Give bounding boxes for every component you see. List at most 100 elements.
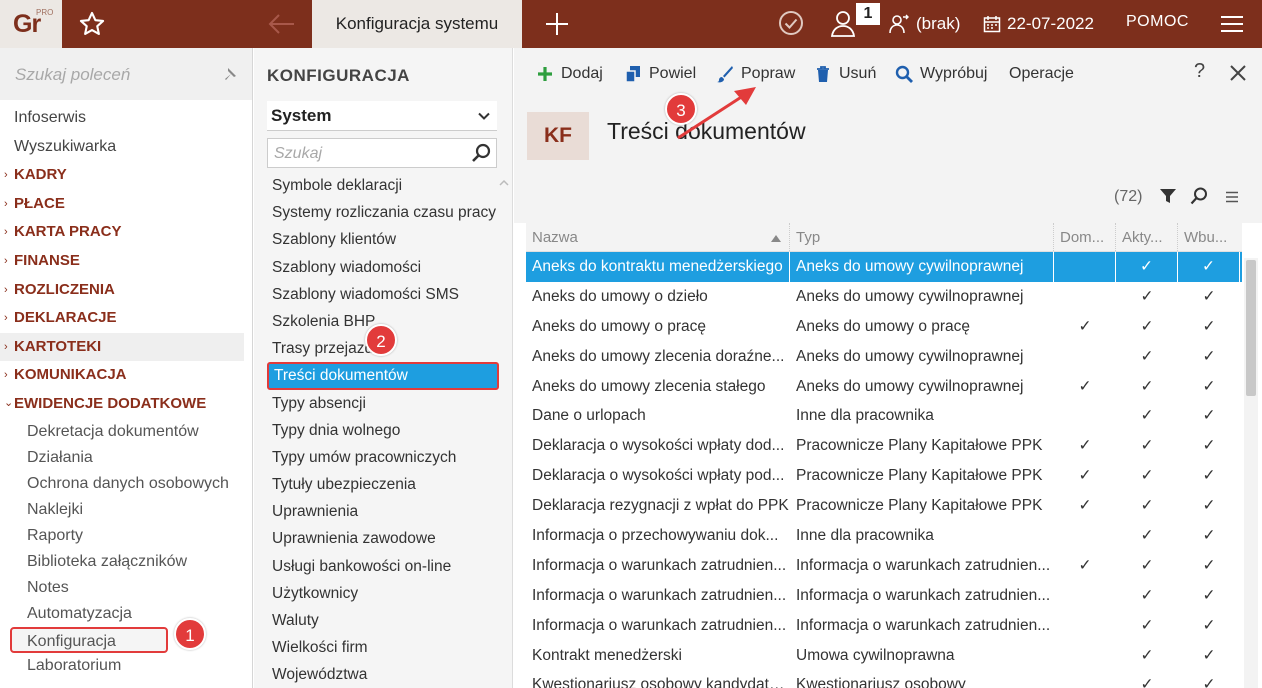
- configuration-search-input[interactable]: Szukaj: [267, 138, 497, 168]
- column-header-wbudowana[interactable]: Wbu...: [1178, 223, 1240, 251]
- sidebar-item-infoserwis[interactable]: Infoserwis: [0, 104, 252, 133]
- config-item[interactable]: Szablony klientów: [267, 226, 499, 253]
- sidebar-section-kartoteki[interactable]: › KARTOTEKI: [0, 332, 244, 362]
- table-header: Nazwa Typ Dom... Akty... Wbu...: [526, 223, 1242, 252]
- close-icon[interactable]: [1228, 63, 1248, 83]
- cell-typ: Inne dla pracownika: [796, 407, 934, 425]
- table-row[interactable]: Aneks do umowy o pracę Aneks do umowy o p…: [526, 312, 1242, 342]
- config-item[interactable]: Szablony wiadomości SMS: [267, 281, 499, 308]
- employee-context[interactable]: (brak): [888, 12, 960, 36]
- sidebar-section-komunikacja[interactable]: › KOMUNIKACJA: [0, 361, 252, 390]
- sidebar-section-ewidencje-dodatkowe[interactable]: ⌄ EWIDENCJE DODATKOWE: [0, 390, 252, 419]
- help-link[interactable]: POMOC: [1126, 13, 1189, 31]
- config-item[interactable]: Symbole deklaracji: [267, 172, 499, 199]
- filter-icon[interactable]: [1159, 187, 1177, 205]
- config-item[interactable]: Uprawnienia zawodowe: [267, 525, 499, 552]
- config-item[interactable]: Typy absencji: [267, 390, 499, 417]
- tasks-check-icon[interactable]: [777, 9, 805, 37]
- table-row[interactable]: Aneks do umowy o dzieło Aneks do umowy cy…: [526, 282, 1242, 312]
- configuration-category-select[interactable]: System: [267, 101, 497, 131]
- table-row[interactable]: Informacja o przechowywaniu dok... Inne d…: [526, 521, 1242, 551]
- employee-context-label: (brak): [916, 14, 961, 33]
- new-tab-plus-icon[interactable]: [543, 10, 571, 38]
- config-item[interactable]: Wielkości firm: [267, 634, 499, 661]
- table-row[interactable]: Informacja o warunkach zatrudnien... Info…: [526, 611, 1242, 641]
- sidebar-section-kadry[interactable]: › KADRY: [0, 161, 252, 190]
- back-arrow-icon[interactable]: [266, 10, 298, 38]
- config-item[interactable]: Województwa: [267, 661, 499, 688]
- config-item[interactable]: Tytuły ubezpieczenia: [267, 471, 499, 498]
- sidebar-item-notes[interactable]: Notes: [0, 575, 252, 601]
- sidebar-item-ochrona-danych[interactable]: Ochrona danych osobowych: [0, 471, 252, 497]
- cell-nazwa: Aneks do umowy o pracę: [532, 317, 707, 335]
- column-header-typ[interactable]: Typ: [790, 223, 1054, 251]
- sidebar-item-automatyzacja[interactable]: Automatyzacja: [0, 601, 252, 627]
- table-row[interactable]: Informacja o warunkach zatrudnien... Info…: [526, 581, 1242, 611]
- documents-table: Nazwa Typ Dom... Akty... Wbu... Aneks do…: [526, 223, 1242, 688]
- sidebar-item-konfiguracja[interactable]: Konfiguracja: [10, 626, 168, 653]
- table-row[interactable]: Kontrakt menedżerski Umowa cywilnoprawna ✓…: [526, 641, 1242, 671]
- try-button[interactable]: Wypróbuj: [895, 62, 987, 86]
- work-date[interactable]: 22-07-2022: [983, 12, 1094, 36]
- table-row[interactable]: Aneks do kontraktu menedżerskiego Aneks d…: [526, 252, 1242, 282]
- table-row[interactable]: Informacja o warunkach zatrudnien... Info…: [526, 551, 1242, 581]
- cell-aktywna: ✓: [1140, 676, 1154, 688]
- search-icon[interactable]: [471, 143, 491, 163]
- cell-nazwa: Dane o urlopach: [532, 407, 646, 425]
- sidebar-section-finanse[interactable]: › FINANSE: [0, 247, 252, 276]
- cell-wbudowana: ✓: [1202, 616, 1216, 634]
- cell-domyslna: ✓: [1078, 317, 1092, 335]
- favorites-star-icon[interactable]: [78, 10, 106, 38]
- table-scrollbar[interactable]: [1244, 258, 1258, 688]
- scroll-up-icon[interactable]: [498, 178, 510, 188]
- hamburger-menu-icon[interactable]: [1218, 12, 1246, 36]
- delete-button[interactable]: Usuń: [814, 62, 876, 86]
- config-item-tresci-dokumentow[interactable]: Treści dokumentów: [267, 362, 499, 390]
- app-logo[interactable]: Gr PRO: [0, 0, 62, 48]
- chevron-right-icon: ›: [4, 226, 8, 239]
- table-row[interactable]: Dane o urlopach Inne dla pracownika ✓ ✓: [526, 401, 1242, 431]
- scrollbar-thumb[interactable]: [1246, 260, 1256, 396]
- config-item[interactable]: Typy umów pracowniczych: [267, 444, 499, 471]
- add-button[interactable]: Dodaj: [536, 62, 603, 86]
- table-row[interactable]: Kwestionariusz osobowy kandydata... Kwest…: [526, 670, 1242, 688]
- sidebar-item-biblioteka[interactable]: Biblioteka załączników: [0, 549, 252, 575]
- sidebar-item-wyszukiwarka[interactable]: Wyszukiwarka: [0, 133, 252, 162]
- sidebar-item-dzialania[interactable]: Działania: [0, 445, 252, 471]
- magnifier-icon: [895, 65, 913, 83]
- table-row[interactable]: Aneks do umowy zlecenia doraźne... Aneks …: [526, 342, 1242, 372]
- sidebar-section-rozliczenia[interactable]: › ROZLICZENIA: [0, 276, 252, 305]
- table-row[interactable]: Deklaracja rezygnacji z wpłat do PPK Prac…: [526, 491, 1242, 521]
- config-item[interactable]: Użytkownicy: [267, 580, 499, 607]
- column-header-domyslna[interactable]: Dom...: [1054, 223, 1116, 251]
- sidebar-item-naklejki[interactable]: Naklejki: [0, 497, 252, 523]
- config-item[interactable]: Szablony wiadomości: [267, 254, 499, 281]
- tab-konfiguracja-systemu[interactable]: Konfiguracja systemu: [312, 0, 522, 48]
- cell-domyslna: [1054, 282, 1116, 312]
- config-item[interactable]: Usługi bankowości on-line: [267, 553, 499, 580]
- sidebar-item-dekretacja[interactable]: Dekretacja dokumentów: [0, 419, 252, 445]
- sidebar-section-karta-pracy[interactable]: › KARTA PRACY: [0, 218, 252, 247]
- column-header-aktywna[interactable]: Akty...: [1116, 223, 1178, 251]
- help-question-icon[interactable]: ?: [1194, 60, 1205, 83]
- sidebar-section-deklaracje[interactable]: › DEKLARACJE: [0, 304, 252, 333]
- cell-aktywna: ✓: [1140, 586, 1154, 604]
- config-item[interactable]: Typy dnia wolnego: [267, 417, 499, 444]
- search-icon[interactable]: [1190, 187, 1208, 205]
- command-search[interactable]: Szukaj poleceń: [0, 48, 252, 100]
- operations-menu[interactable]: Operacje: [1009, 62, 1074, 86]
- table-row[interactable]: Aneks do umowy zlecenia stałego Aneks do …: [526, 372, 1242, 402]
- sidebar-item-laboratorium[interactable]: Laboratorium: [0, 653, 252, 679]
- cell-aktywna: ✓: [1140, 616, 1154, 634]
- chevron-down-icon: [478, 112, 490, 120]
- config-item[interactable]: Systemy rozliczania czasu pracy: [267, 199, 499, 226]
- pin-icon[interactable]: [222, 66, 238, 82]
- list-options-icon[interactable]: [1225, 190, 1239, 204]
- table-row[interactable]: Deklaracja o wysokości wpłaty pod... Prac…: [526, 461, 1242, 491]
- config-item[interactable]: Waluty: [267, 607, 499, 634]
- column-header-nazwa[interactable]: Nazwa: [526, 223, 790, 251]
- sidebar-section-place[interactable]: › PŁACE: [0, 190, 252, 219]
- config-item[interactable]: Uprawnienia: [267, 498, 499, 525]
- sidebar-item-raporty[interactable]: Raporty: [0, 523, 252, 549]
- table-row[interactable]: Deklaracja o wysokości wpłaty dod... Prac…: [526, 431, 1242, 461]
